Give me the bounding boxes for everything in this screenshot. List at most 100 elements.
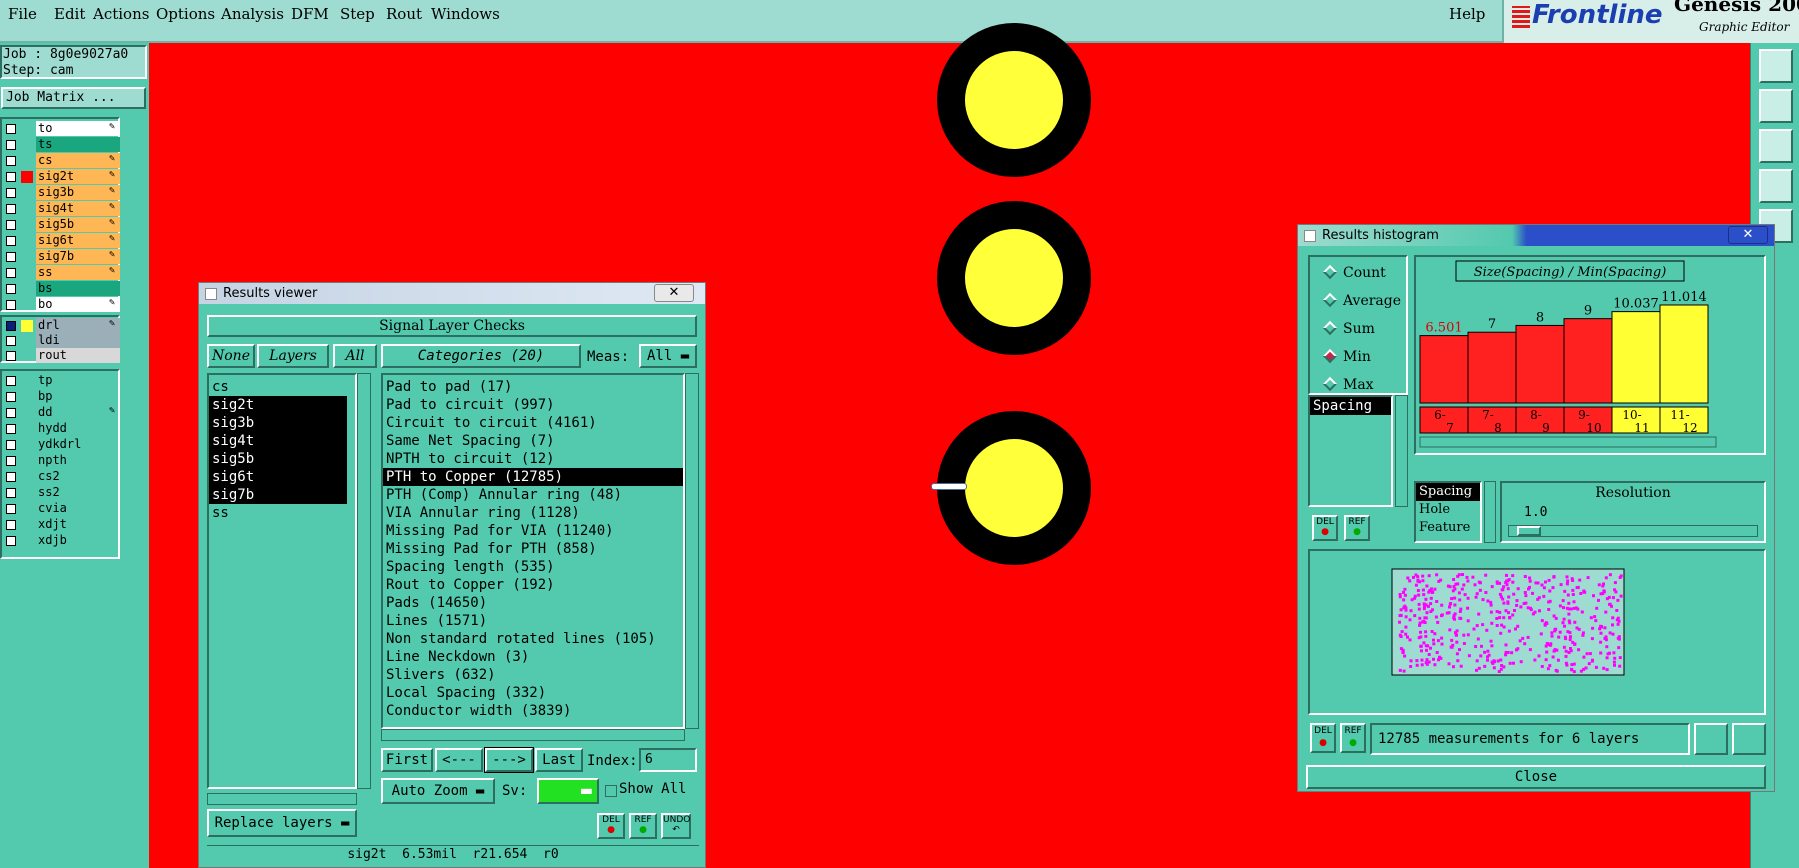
- hist-ref-button[interactable]: REF ●: [1344, 515, 1370, 541]
- layer-name[interactable]: drl: [36, 318, 120, 333]
- category-item[interactable]: Circuit to circuit (4161): [383, 414, 683, 432]
- layer-name[interactable]: bs: [36, 281, 120, 296]
- category-item[interactable]: Line Neckdown (3): [383, 648, 683, 666]
- layer-row-ss2[interactable]: ss2: [2, 485, 120, 501]
- layer-checkbox[interactable]: [6, 172, 16, 182]
- layer-checkbox[interactable]: [6, 284, 16, 294]
- undo-button[interactable]: UNDO ↶: [661, 813, 691, 839]
- layer-row-npth[interactable]: npth: [2, 453, 120, 469]
- layer-checkbox[interactable]: [6, 124, 16, 134]
- layer-name[interactable]: ts: [36, 137, 120, 152]
- replace-layers-dropdown[interactable]: Replace layers ▬: [207, 809, 357, 837]
- menu-windows[interactable]: Windows: [431, 5, 500, 23]
- del-button[interactable]: DEL ●: [597, 813, 625, 839]
- category-item[interactable]: NPTH to circuit (12): [383, 450, 683, 468]
- radio-icon[interactable]: [1322, 348, 1338, 364]
- layer-name[interactable]: ss2: [36, 485, 120, 500]
- layer-name[interactable]: to: [36, 121, 120, 136]
- resolution-type-list[interactable]: Spacing Hole Feature: [1414, 481, 1482, 543]
- measure-icon[interactable]: [1759, 169, 1793, 203]
- category-item[interactable]: Pads (14650): [383, 594, 683, 612]
- layer-name[interactable]: sig7b: [36, 249, 120, 264]
- layer-list-hscrollbar[interactable]: [207, 793, 357, 805]
- all-button[interactable]: All: [333, 344, 377, 368]
- first-button[interactable]: First: [381, 748, 433, 772]
- resolution-type-item[interactable]: Spacing: [1416, 483, 1480, 501]
- layer-row-sig4t[interactable]: sig4t ✎: [2, 201, 120, 217]
- layer-name[interactable]: hydd: [36, 421, 120, 436]
- layer-checkbox[interactable]: [6, 504, 16, 514]
- layer-checkbox[interactable]: [6, 236, 16, 246]
- layer-row-sig5b[interactable]: sig5b ✎: [2, 217, 120, 233]
- layer-checkbox[interactable]: [6, 140, 16, 150]
- category-item[interactable]: Non standard rotated lines (105): [383, 630, 683, 648]
- mode-min[interactable]: Min: [1322, 348, 1371, 365]
- last-button[interactable]: Last: [535, 748, 583, 772]
- results-layer-item[interactable]: sig4t: [209, 432, 347, 450]
- layer-name[interactable]: ldi: [36, 333, 120, 348]
- mode-max[interactable]: Max: [1322, 376, 1374, 393]
- layer-name[interactable]: xdjb: [36, 533, 120, 548]
- layer-checkbox[interactable]: [6, 536, 16, 546]
- layer-name[interactable]: sig2t: [36, 169, 120, 184]
- layer-checkbox[interactable]: [6, 268, 16, 278]
- zoom-to-result-icon[interactable]: [1694, 723, 1728, 755]
- hist-ref-button-2[interactable]: REF ●: [1340, 723, 1366, 753]
- layer-name[interactable]: sig4t: [36, 201, 120, 216]
- hist-del-button-2[interactable]: DEL ●: [1310, 723, 1336, 753]
- layer-checkbox[interactable]: [6, 472, 16, 482]
- resolution-type-item[interactable]: Feature: [1416, 519, 1480, 537]
- auto-zoom-dropdown[interactable]: Auto Zoom ▬: [381, 778, 495, 804]
- resolution-type-item[interactable]: Hole: [1416, 501, 1480, 519]
- radio-icon[interactable]: [1322, 292, 1338, 308]
- layer-checkbox[interactable]: [6, 351, 16, 361]
- layer-name[interactable]: sig5b: [36, 217, 120, 232]
- results-layer-list[interactable]: cs sig2t sig3b sig4t sig5b sig6t sig7b ss: [207, 373, 357, 789]
- layer-checkbox[interactable]: [6, 520, 16, 530]
- layer-checkbox[interactable]: [6, 300, 16, 310]
- measure-scrollbar[interactable]: [1395, 395, 1408, 507]
- radio-icon[interactable]: [1322, 320, 1338, 336]
- slider-thumb[interactable]: [1517, 526, 1541, 536]
- category-item[interactable]: PTH (Comp) Annular ring (48): [383, 486, 683, 504]
- categories-hscrollbar[interactable]: [381, 729, 685, 741]
- results-layer-item[interactable]: sig7b: [209, 486, 347, 504]
- layer-row-cvia[interactable]: cvia: [2, 501, 120, 517]
- close-icon[interactable]: ✕: [654, 284, 694, 302]
- menu-actions[interactable]: Actions: [93, 5, 149, 23]
- meas-dropdown[interactable]: All ▬: [639, 344, 697, 368]
- category-item[interactable]: PTH to Copper (12785): [383, 468, 683, 486]
- results-layer-item[interactable]: ss: [209, 504, 347, 522]
- category-item[interactable]: Pad to circuit (997): [383, 396, 683, 414]
- layer-row-cs2[interactable]: cs2: [2, 469, 120, 485]
- hist-del-button[interactable]: DEL ●: [1312, 515, 1338, 541]
- category-item[interactable]: Local Spacing (332): [383, 684, 683, 702]
- layer-row-ydkdrl[interactable]: ydkdrl: [2, 437, 120, 453]
- layer-checkbox[interactable]: [6, 188, 16, 198]
- results-layer-item[interactable]: cs: [209, 378, 347, 396]
- measure-item[interactable]: Spacing: [1310, 397, 1391, 415]
- close-icon[interactable]: ✕: [1728, 226, 1768, 244]
- layer-row-bs[interactable]: bs: [2, 281, 120, 297]
- categories-scrollbar[interactable]: [685, 373, 699, 729]
- layer-checkbox[interactable]: [6, 488, 16, 498]
- layer-row-sig2t[interactable]: sig2t ✎: [2, 169, 120, 185]
- layer-checkbox[interactable]: [6, 376, 16, 386]
- mode-average[interactable]: Average: [1322, 292, 1401, 309]
- job-matrix-button[interactable]: Job Matrix ...: [1, 87, 146, 109]
- layer-checkbox[interactable]: [6, 252, 16, 262]
- histogram-titlebar[interactable]: Results histogram: [1298, 225, 1774, 246]
- layer-row-sig3b[interactable]: sig3b ✎: [2, 185, 120, 201]
- layer-checkbox[interactable]: [6, 440, 16, 450]
- layer-name[interactable]: cs2: [36, 469, 120, 484]
- layer-row-bo[interactable]: bo ✎: [2, 297, 120, 313]
- layer-row-to[interactable]: to ✎: [2, 121, 120, 137]
- layer-row-ss[interactable]: ss ✎: [2, 265, 120, 281]
- none-button[interactable]: None: [207, 344, 255, 368]
- layer-row-rout[interactable]: rout: [2, 348, 120, 364]
- menu-rout[interactable]: Rout: [386, 5, 422, 23]
- zoom-all-results-icon[interactable]: [1732, 723, 1766, 755]
- layer-name[interactable]: tp: [36, 373, 120, 388]
- menu-dfm[interactable]: DFM: [291, 5, 329, 23]
- layers-button[interactable]: Layers: [257, 344, 329, 368]
